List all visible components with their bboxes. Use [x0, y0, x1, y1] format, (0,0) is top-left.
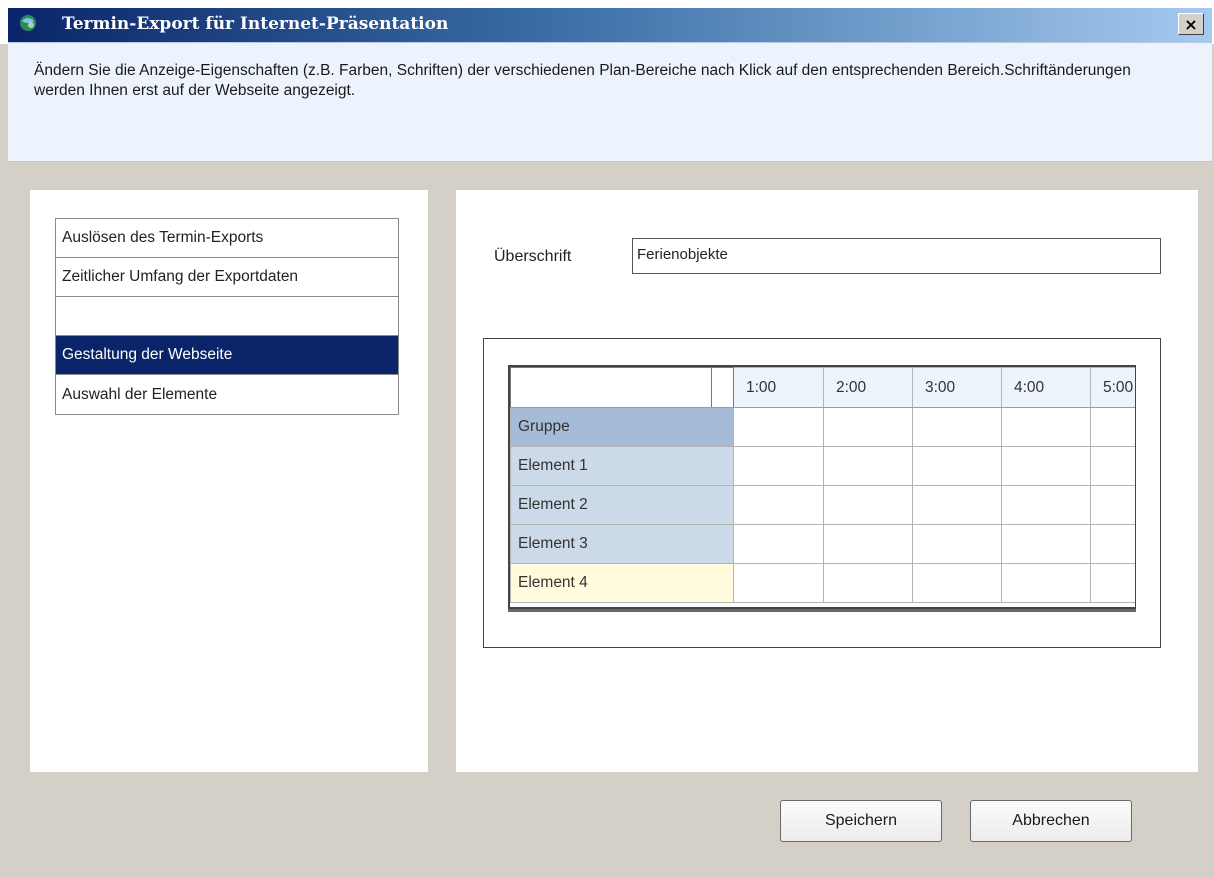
- element-row-label[interactable]: Element 3: [510, 524, 734, 564]
- cancel-button[interactable]: Abbrechen: [970, 800, 1132, 842]
- plan-cell[interactable]: [1090, 446, 1135, 486]
- group-row-label[interactable]: Gruppe: [510, 407, 734, 447]
- plan-cell[interactable]: [1001, 407, 1091, 447]
- plan-table: 1:00 2:00 3:00 4:00 5:00 Gruppe Element …: [510, 367, 1135, 603]
- design-panel: Überschrift Ferienobjekte 1:00 2:00 3:00: [456, 190, 1198, 772]
- plan-cell[interactable]: [733, 446, 824, 486]
- window-title: Termin-Export für Internet-Präsentation: [62, 14, 449, 34]
- plan-cell[interactable]: [823, 407, 913, 447]
- plan-cell[interactable]: [733, 485, 824, 525]
- plan-cell[interactable]: [912, 446, 1002, 486]
- plan-grid: 1:00 2:00 3:00 4:00 5:00 Gruppe Element …: [508, 365, 1136, 609]
- plan-cell[interactable]: [823, 446, 913, 486]
- info-text: Ändern Sie die Anzeige-Eigenschaften (z.…: [34, 62, 1131, 99]
- hour-header[interactable]: 1:00: [733, 367, 824, 408]
- plan-row-element-highlight: Element 4: [510, 563, 1135, 603]
- plan-cell[interactable]: [912, 563, 1002, 603]
- title-bar: Termin-Export für Internet-Präsentation …: [0, 0, 1214, 44]
- plan-cell[interactable]: [1090, 524, 1135, 564]
- plan-cell[interactable]: [1001, 485, 1091, 525]
- plan-header-row: 1:00 2:00 3:00 4:00 5:00: [510, 367, 1135, 408]
- app-icon: [20, 15, 36, 31]
- heading-label: Überschrift: [494, 248, 572, 265]
- plan-row-group: Gruppe: [510, 407, 1135, 447]
- close-button[interactable]: ×: [1178, 13, 1204, 35]
- nav-item-website-design[interactable]: Gestaltung der Webseite: [56, 336, 398, 375]
- plan-corner-gap: [711, 367, 734, 408]
- plan-cell[interactable]: [733, 563, 824, 603]
- element-row-label[interactable]: Element 1: [510, 446, 734, 486]
- plan-cell[interactable]: [912, 407, 1002, 447]
- hour-header[interactable]: 3:00: [912, 367, 1002, 408]
- plan-cell[interactable]: [1001, 524, 1091, 564]
- save-button[interactable]: Speichern: [780, 800, 942, 842]
- highlighted-element-row-label[interactable]: Element 4: [510, 563, 734, 603]
- heading-input[interactable]: Ferienobjekte: [632, 238, 1161, 274]
- plan-row-element: Element 3: [510, 524, 1135, 564]
- info-header: Ändern Sie die Anzeige-Eigenschaften (z.…: [8, 42, 1212, 162]
- plan-cell[interactable]: [1090, 563, 1135, 603]
- nav-item-trigger-export[interactable]: Auslösen des Termin-Exports: [56, 219, 398, 258]
- hour-header[interactable]: 4:00: [1001, 367, 1091, 408]
- navigation-panel: Auslösen des Termin-Exports Zeitlicher U…: [30, 190, 428, 772]
- nav-item-export-timespan[interactable]: Zeitlicher Umfang der Exportdaten: [56, 258, 398, 297]
- plan-cell[interactable]: [1001, 446, 1091, 486]
- plan-preview-frame: 1:00 2:00 3:00 4:00 5:00 Gruppe Element …: [483, 338, 1161, 648]
- close-icon: ×: [1184, 14, 1198, 34]
- plan-cell[interactable]: [912, 524, 1002, 564]
- element-row-label[interactable]: Element 2: [510, 485, 734, 525]
- hour-header[interactable]: 2:00: [823, 367, 913, 408]
- plan-corner-cell[interactable]: [510, 367, 712, 408]
- hour-header[interactable]: 5:00: [1090, 367, 1135, 408]
- plan-cell[interactable]: [823, 524, 913, 564]
- nav-item-element-selection[interactable]: Auswahl der Elemente: [56, 375, 398, 414]
- plan-cell[interactable]: [912, 485, 1002, 525]
- plan-cell[interactable]: [823, 485, 913, 525]
- plan-row-element: Element 1: [510, 446, 1135, 486]
- plan-cell[interactable]: [1090, 407, 1135, 447]
- plan-cell[interactable]: [1090, 485, 1135, 525]
- plan-row-element: Element 2: [510, 485, 1135, 525]
- plan-cell[interactable]: [733, 407, 824, 447]
- export-dialog: Termin-Export für Internet-Präsentation …: [0, 0, 1214, 878]
- plan-cell[interactable]: [1001, 563, 1091, 603]
- nav-list: Auslösen des Termin-Exports Zeitlicher U…: [55, 218, 399, 415]
- plan-cell[interactable]: [823, 563, 913, 603]
- plan-cell[interactable]: [733, 524, 824, 564]
- nav-item-empty[interactable]: [56, 297, 398, 336]
